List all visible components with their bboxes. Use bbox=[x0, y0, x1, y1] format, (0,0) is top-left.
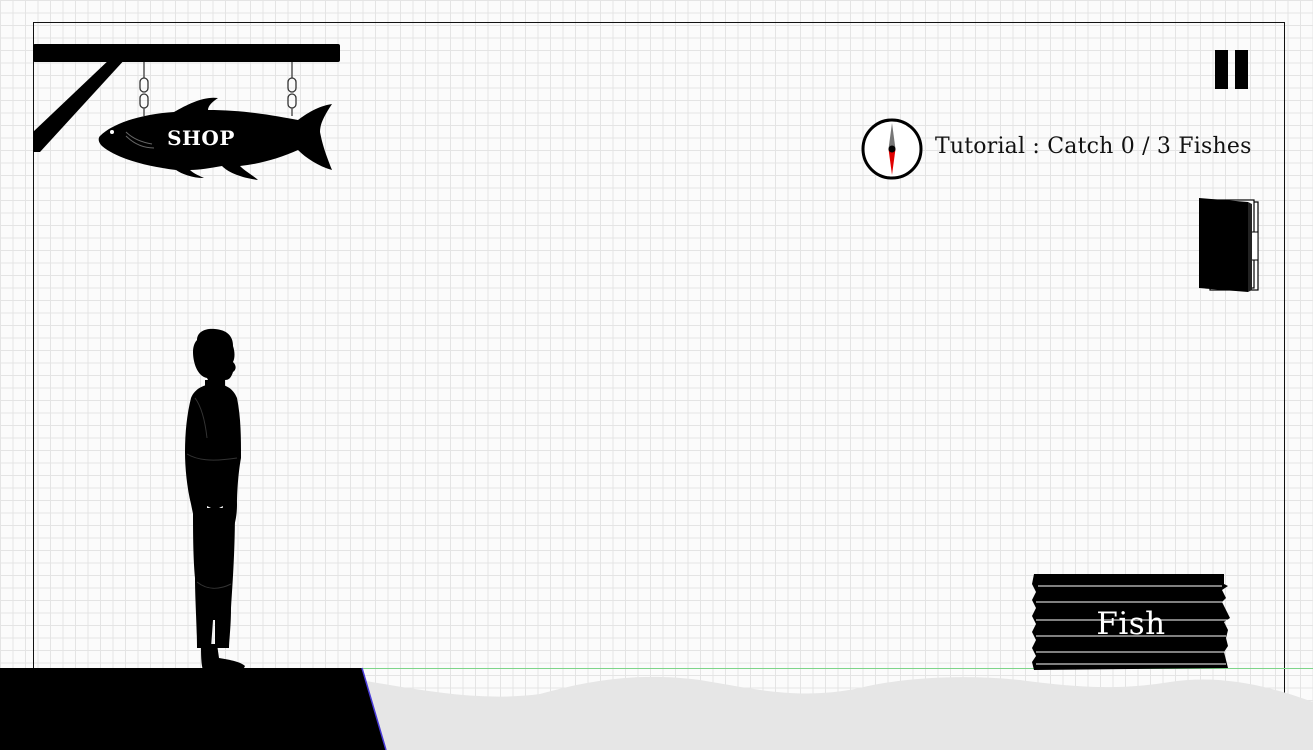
fisherman-character bbox=[185, 328, 245, 670]
journal-button[interactable] bbox=[1196, 196, 1262, 294]
objective-text: Tutorial : Catch 0 / 3 Fishes bbox=[935, 134, 1252, 159]
compass-icon bbox=[861, 118, 923, 180]
fish-button[interactable] bbox=[1030, 572, 1232, 672]
shop-button[interactable] bbox=[96, 92, 336, 182]
pause-icon-bar bbox=[1235, 50, 1248, 89]
game-scene: SHOP Tutorial : Catch 0 / 3 Fishes Fish bbox=[0, 0, 1313, 750]
pause-icon bbox=[1215, 50, 1228, 89]
pause-button[interactable] bbox=[1212, 50, 1254, 90]
dock bbox=[0, 667, 387, 750]
